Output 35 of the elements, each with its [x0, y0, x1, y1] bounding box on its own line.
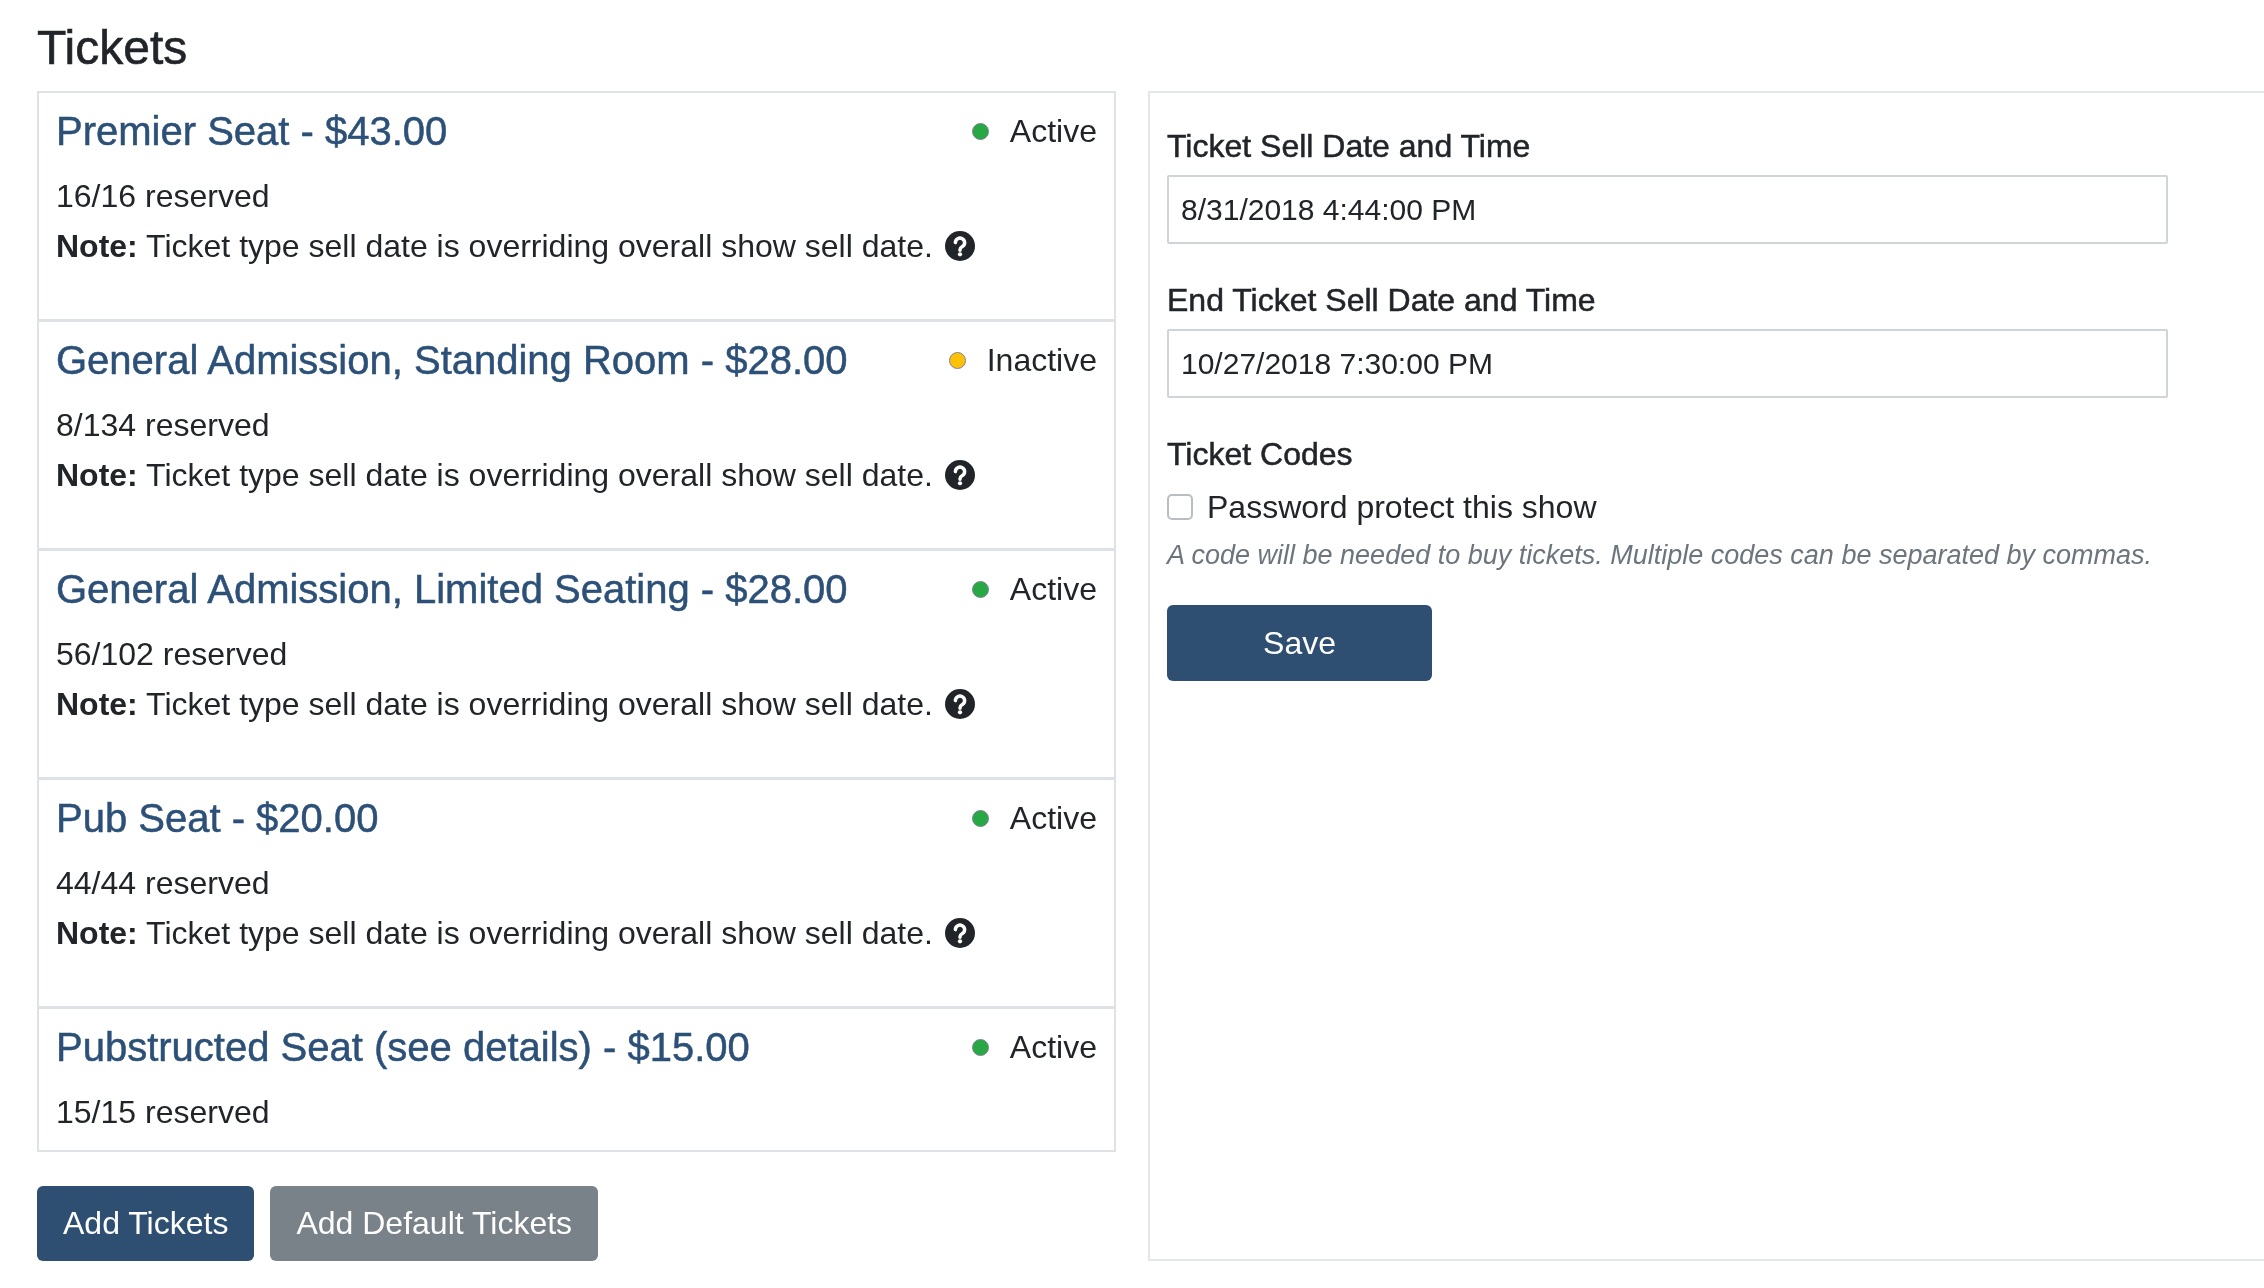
help-text: A code will be needed to buy tickets. Multiple codes can be separated by commas.: [1167, 539, 2153, 572]
ticket-title[interactable]: Premier Seat - $43.00: [56, 106, 448, 156]
add-tickets-button[interactable]: Add Tickets: [37, 1186, 255, 1261]
ticket-title[interactable]: Pub Seat - $20.00: [56, 793, 379, 843]
field-label: Ticket Sell Date and Time: [1167, 127, 1531, 166]
status-label: Active: [1009, 112, 1097, 151]
help-icon[interactable]: [944, 689, 975, 719]
reserved-count: 16/16 reserved: [56, 177, 270, 216]
status-label: Inactive: [986, 341, 1097, 380]
status-label: Active: [1009, 570, 1097, 609]
note-text: Note: Ticket type sell date is overriding overall show sell date.: [56, 914, 933, 953]
field-label: End Ticket Sell Date and Time: [1167, 281, 1596, 320]
reserved-count: 15/15 reserved: [56, 1093, 270, 1132]
date-input[interactable]: 8/31/2018 4:44:00 PM: [1167, 175, 2168, 244]
help-icon[interactable]: [944, 918, 975, 948]
checkbox-label[interactable]: Password protect this show: [1207, 483, 1597, 531]
status-label: Active: [1009, 799, 1097, 838]
ticket-title[interactable]: General Admission, Limited Seating - $28.00: [56, 564, 848, 614]
date-input[interactable]: 10/27/2018 7:30:00 PM: [1167, 329, 2168, 398]
note-text: Note: Ticket type sell date is overriding overall show sell date.: [56, 227, 933, 266]
reserved-count: 44/44 reserved: [56, 864, 270, 903]
note-text: Note: Ticket type sell date is overriding overall show sell date.: [56, 456, 933, 495]
help-icon[interactable]: [944, 460, 975, 490]
password-checkbox[interactable]: [1167, 494, 1193, 520]
reserved-count: 8/134 reserved: [56, 406, 270, 445]
page-heading: Tickets: [37, 20, 188, 76]
reserved-count: 56/102 reserved: [56, 635, 288, 674]
help-icon[interactable]: [944, 231, 975, 261]
status-label: Active: [1009, 1028, 1097, 1067]
add-tickets-button[interactable]: Add Default Tickets: [270, 1186, 599, 1261]
ticket-title[interactable]: Pubstructed Seat (see details) - $15.00: [56, 1022, 750, 1072]
ticket-title[interactable]: General Admission, Standing Room - $28.00: [56, 335, 848, 385]
field-label: Ticket Codes: [1167, 435, 1353, 474]
save-button[interactable]: Save: [1167, 605, 1432, 681]
note-text: Note: Ticket type sell date is overriding overall show sell date.: [56, 685, 933, 724]
